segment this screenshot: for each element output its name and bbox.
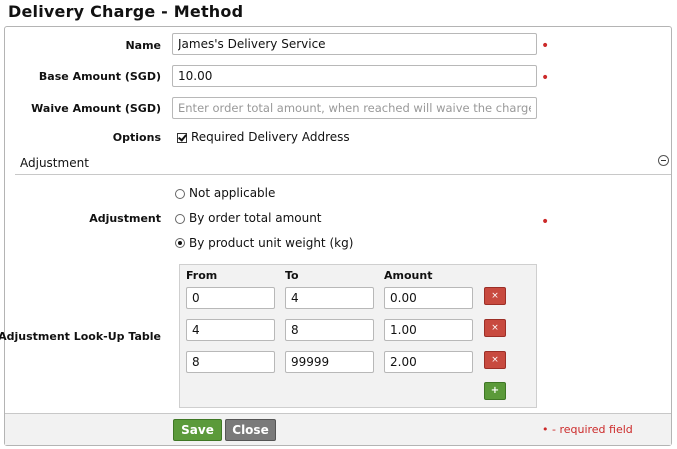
base-amount-required-marker: • (541, 70, 550, 86)
delivery-charge-form: Name • Base Amount (SGD) • Waive Amount … (0, 26, 672, 446)
add-row-button[interactable]: + (484, 382, 506, 400)
waive-amount-label: Waive Amount (SGD) (31, 102, 161, 115)
radio-order-total-label: By order total amount (189, 211, 322, 225)
row-3-to-input[interactable] (285, 351, 374, 373)
radio-not-applicable-label: Not applicable (189, 186, 276, 200)
page-title: Delivery Charge - Method (8, 2, 244, 21)
row-1-to-input[interactable] (285, 287, 374, 309)
required-field-legend: • - required field (542, 423, 633, 436)
row-2-from-input[interactable] (186, 319, 275, 341)
row-3-delete-button[interactable]: × (484, 351, 506, 369)
base-amount-input[interactable] (172, 65, 537, 87)
collapse-icon[interactable] (658, 155, 669, 166)
row-1-amount-input[interactable] (384, 287, 473, 309)
row-1-from-input[interactable] (186, 287, 275, 309)
options-label: Options (112, 131, 161, 144)
radio-order-total[interactable] (175, 214, 185, 224)
name-label: Name (125, 39, 161, 52)
column-header-from: From (186, 269, 218, 282)
name-required-marker: • (541, 38, 550, 54)
adjustment-label: Adjustment (89, 212, 161, 225)
name-input[interactable] (172, 33, 537, 55)
radio-not-applicable[interactable] (175, 189, 185, 199)
row-2-amount-input[interactable] (384, 319, 473, 341)
row-3-from-input[interactable] (186, 351, 275, 373)
required-address-checkbox[interactable] (177, 133, 187, 143)
required-address-label: Required Delivery Address (191, 130, 350, 144)
adjustment-section-title: Adjustment (20, 156, 89, 170)
radio-unit-weight[interactable] (175, 238, 185, 248)
column-header-amount: Amount (384, 269, 433, 282)
row-2-delete-button[interactable]: × (484, 319, 506, 337)
column-header-to: To (285, 269, 299, 282)
row-2-to-input[interactable] (285, 319, 374, 341)
adjustment-required-marker: • (541, 214, 550, 230)
waive-amount-input[interactable] (172, 97, 537, 119)
radio-unit-weight-label: By product unit weight (kg) (189, 236, 354, 250)
adjustment-section-header[interactable]: Adjustment (15, 151, 671, 175)
save-button[interactable]: Save (173, 419, 222, 441)
adjustment-lookup-table: From To Amount × × × + (179, 264, 537, 408)
base-amount-label: Base Amount (SGD) (38, 70, 161, 83)
lookup-table-label: Adjustment Look-Up Table (0, 330, 161, 343)
row-3-amount-input[interactable] (384, 351, 473, 373)
close-button[interactable]: Close (225, 419, 276, 441)
row-1-delete-button[interactable]: × (484, 287, 506, 305)
form-footer: Save Close • - required field (5, 413, 671, 445)
